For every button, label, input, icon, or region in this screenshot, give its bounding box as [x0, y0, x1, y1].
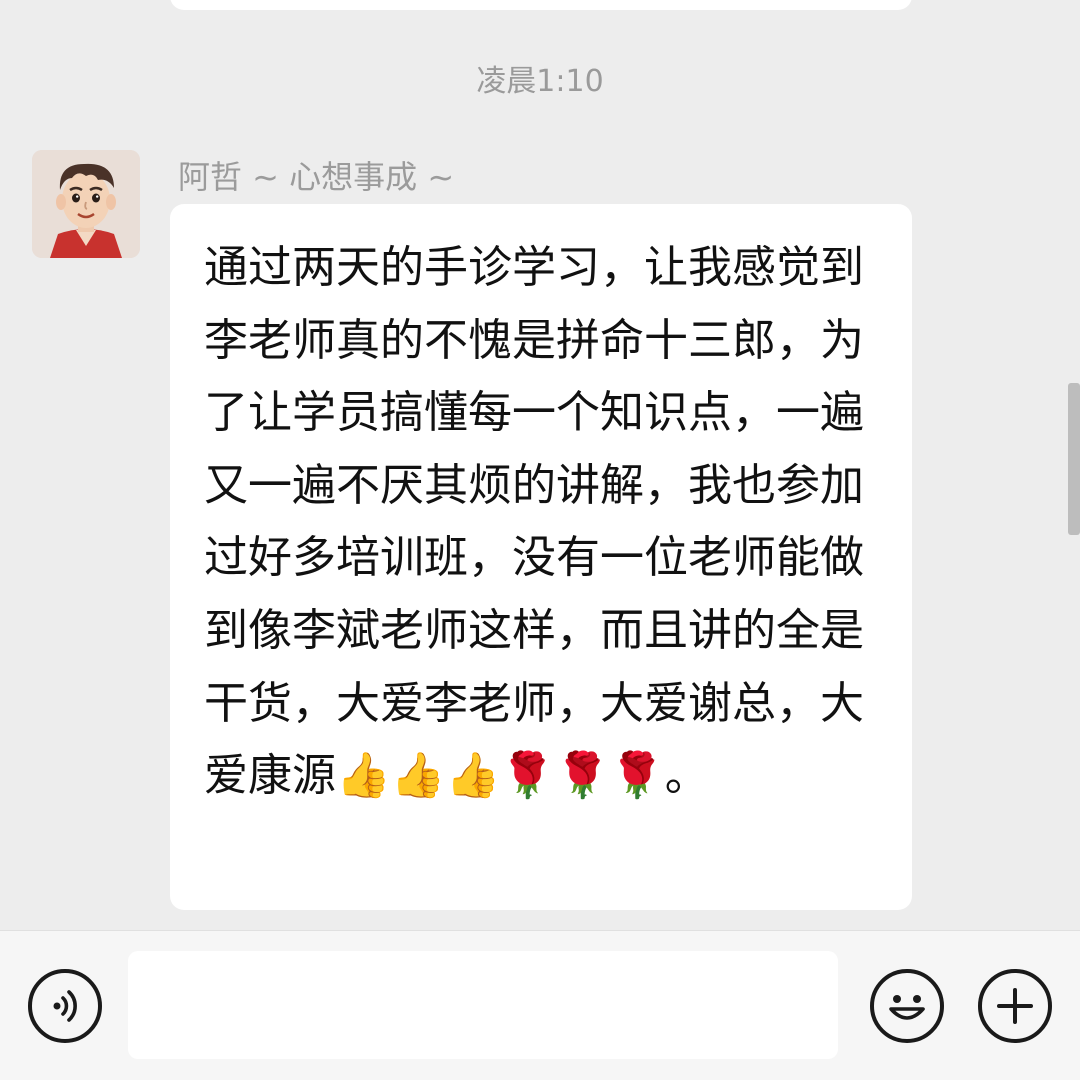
voice-icon	[53, 990, 77, 1022]
chat-area[interactable]: 凌晨1:10 阿哲 ~ 心想事成 ~ 通过两天的手诊学习，让我感觉到李老师真的不…	[0, 0, 1080, 930]
voice-button[interactable]	[28, 969, 102, 1043]
emoji-smile-icon	[889, 995, 925, 1020]
timestamp: 凌晨1:10	[476, 64, 604, 99]
avatar[interactable]	[32, 150, 140, 258]
message-text: 通过两天的手诊学习，让我感觉到李老师真的不愧是拼命十三郎，为了让学员搞懂每一个知…	[204, 242, 864, 802]
message-bubble[interactable]: 通过两天的手诊学习，让我感觉到李老师真的不愧是拼命十三郎，为了让学员搞懂每一个知…	[170, 204, 912, 910]
sender-name: 阿哲 ~ 心想事成 ~	[178, 158, 455, 196]
emoji-button[interactable]	[870, 969, 944, 1043]
plus-icon	[997, 988, 1033, 1024]
avatar-cartoon-icon	[32, 150, 140, 258]
scrollbar[interactable]	[1068, 383, 1080, 535]
add-button[interactable]	[978, 969, 1052, 1043]
message-input[interactable]	[128, 951, 838, 1059]
input-bar	[0, 930, 1080, 1080]
previous-message-bubble[interactable]	[170, 0, 912, 10]
